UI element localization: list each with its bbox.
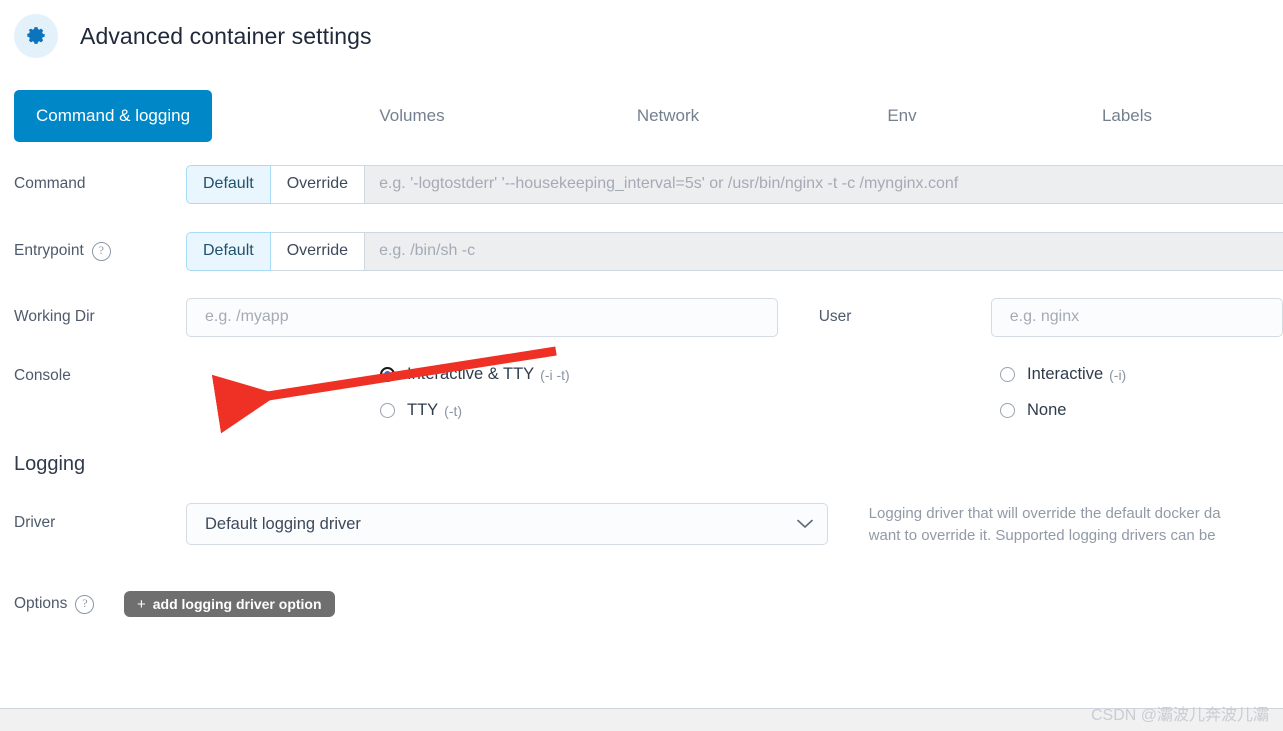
radio-dot-selected[interactable]	[380, 367, 395, 382]
plus-icon: +	[137, 595, 146, 613]
question-mark-icon[interactable]: ?	[75, 594, 95, 614]
logging-options-row: Options ? + add logging driver option	[0, 589, 1283, 619]
command-field-group: Default Override e.g. '-logtostderr' '--…	[186, 164, 1283, 204]
working-dir-input[interactable]: e.g. /myapp	[186, 297, 778, 337]
advanced-container-settings-panel: Advanced container settings Command & lo…	[0, 0, 1283, 709]
entrypoint-mode-override[interactable]: Override	[270, 231, 366, 271]
user-input[interactable]: e.g. nginx	[990, 297, 1283, 337]
logging-driver-label: Driver	[14, 514, 56, 531]
entrypoint-mode-toggle[interactable]: Default Override	[186, 231, 366, 271]
command-label: Command	[14, 175, 86, 192]
user-label: User	[818, 308, 852, 325]
logging-options-label: Options ?	[14, 594, 124, 614]
console-option-none[interactable]: None	[1000, 401, 1072, 420]
console-option-label: Interactive & TTY	[407, 365, 535, 383]
page-title: Advanced container settings	[80, 22, 372, 49]
csdn-watermark: CSDN @灞波儿奔波儿灞	[1090, 707, 1269, 724]
console-option-interactive[interactable]: Interactive (-i)	[1000, 365, 1126, 384]
entrypoint-row: Entrypoint ? Default Override e.g. /bin/…	[0, 227, 1283, 275]
add-logging-driver-option-label: add logging driver option	[152, 596, 322, 612]
entrypoint-label-text: Entrypoint	[14, 242, 84, 259]
console-option-hint: (-t)	[444, 402, 463, 419]
console-option-tty[interactable]: TTY (-t)	[380, 401, 462, 420]
logging-driver-help-line1: Logging driver that will override the de…	[868, 505, 1221, 522]
add-logging-driver-option-button[interactable]: + add logging driver option	[124, 591, 335, 617]
logging-driver-help-line2: want to override it. Supported logging d…	[868, 527, 1216, 544]
tab-network[interactable]: Network	[608, 90, 728, 142]
entrypoint-label: Entrypoint ?	[14, 241, 186, 261]
radio-dot[interactable]	[1000, 403, 1015, 418]
command-mode-toggle[interactable]: Default Override	[186, 164, 366, 204]
console-option-label: None	[1027, 401, 1067, 419]
logging-driver-select[interactable]: Default logging driver	[186, 503, 828, 545]
working-dir-label: Working Dir	[14, 308, 95, 325]
question-mark-icon[interactable]: ?	[91, 241, 111, 261]
entrypoint-input[interactable]: e.g. /bin/sh -c	[365, 231, 1283, 271]
command-row: Command Default Override e.g. '-logtostd…	[0, 160, 1283, 208]
logging-section-title: Logging	[14, 453, 86, 475]
tab-volumes[interactable]: Volumes	[352, 90, 472, 142]
panel-header: Advanced container settings	[0, 0, 1283, 58]
tab-env[interactable]: Env	[862, 90, 942, 142]
command-input[interactable]: e.g. '-logtostderr' '--housekeeping_inte…	[365, 164, 1283, 204]
console-option-label: TTY	[407, 401, 439, 419]
command-mode-override[interactable]: Override	[270, 164, 366, 204]
console-option-interactive-tty[interactable]: Interactive & TTY (-i -t)	[380, 365, 570, 384]
tab-bar: Command & logging Volumes Network Env La…	[0, 90, 1283, 142]
tab-labels[interactable]: Labels	[1072, 90, 1182, 142]
command-mode-default[interactable]: Default	[186, 164, 271, 204]
console-row: Console Interactive & TTY (-i -t) TTY (-…	[0, 355, 1283, 431]
radio-dot[interactable]	[380, 403, 395, 418]
console-option-label: Interactive	[1027, 365, 1104, 383]
console-option-hint: (-i -t)	[540, 366, 570, 383]
entrypoint-mode-default[interactable]: Default	[186, 231, 271, 271]
working-dir-row: Working Dir e.g. /myapp User e.g. nginx	[0, 293, 1283, 341]
entrypoint-field-group: Default Override e.g. /bin/sh -c	[186, 231, 1283, 271]
radio-dot[interactable]	[1000, 367, 1015, 382]
console-label: Console	[14, 367, 71, 384]
tab-command-and-logging[interactable]: Command & logging	[14, 90, 213, 142]
logging-driver-row: Driver Default logging driver Logging dr…	[0, 503, 1283, 545]
console-radio-group: Interactive & TTY (-i -t) TTY (-t) Inter…	[186, 355, 1283, 431]
gear-icon	[14, 14, 58, 58]
logging-options-label-text: Options	[14, 595, 68, 612]
console-option-hint: (-i)	[1109, 366, 1127, 383]
chevron-down-icon	[796, 515, 813, 534]
command-and-logging-form: Command Default Override e.g. '-logtostd…	[0, 160, 1283, 619]
logging-driver-help: Logging driver that will override the de…	[869, 503, 1283, 547]
logging-driver-value: Default logging driver	[205, 514, 361, 533]
